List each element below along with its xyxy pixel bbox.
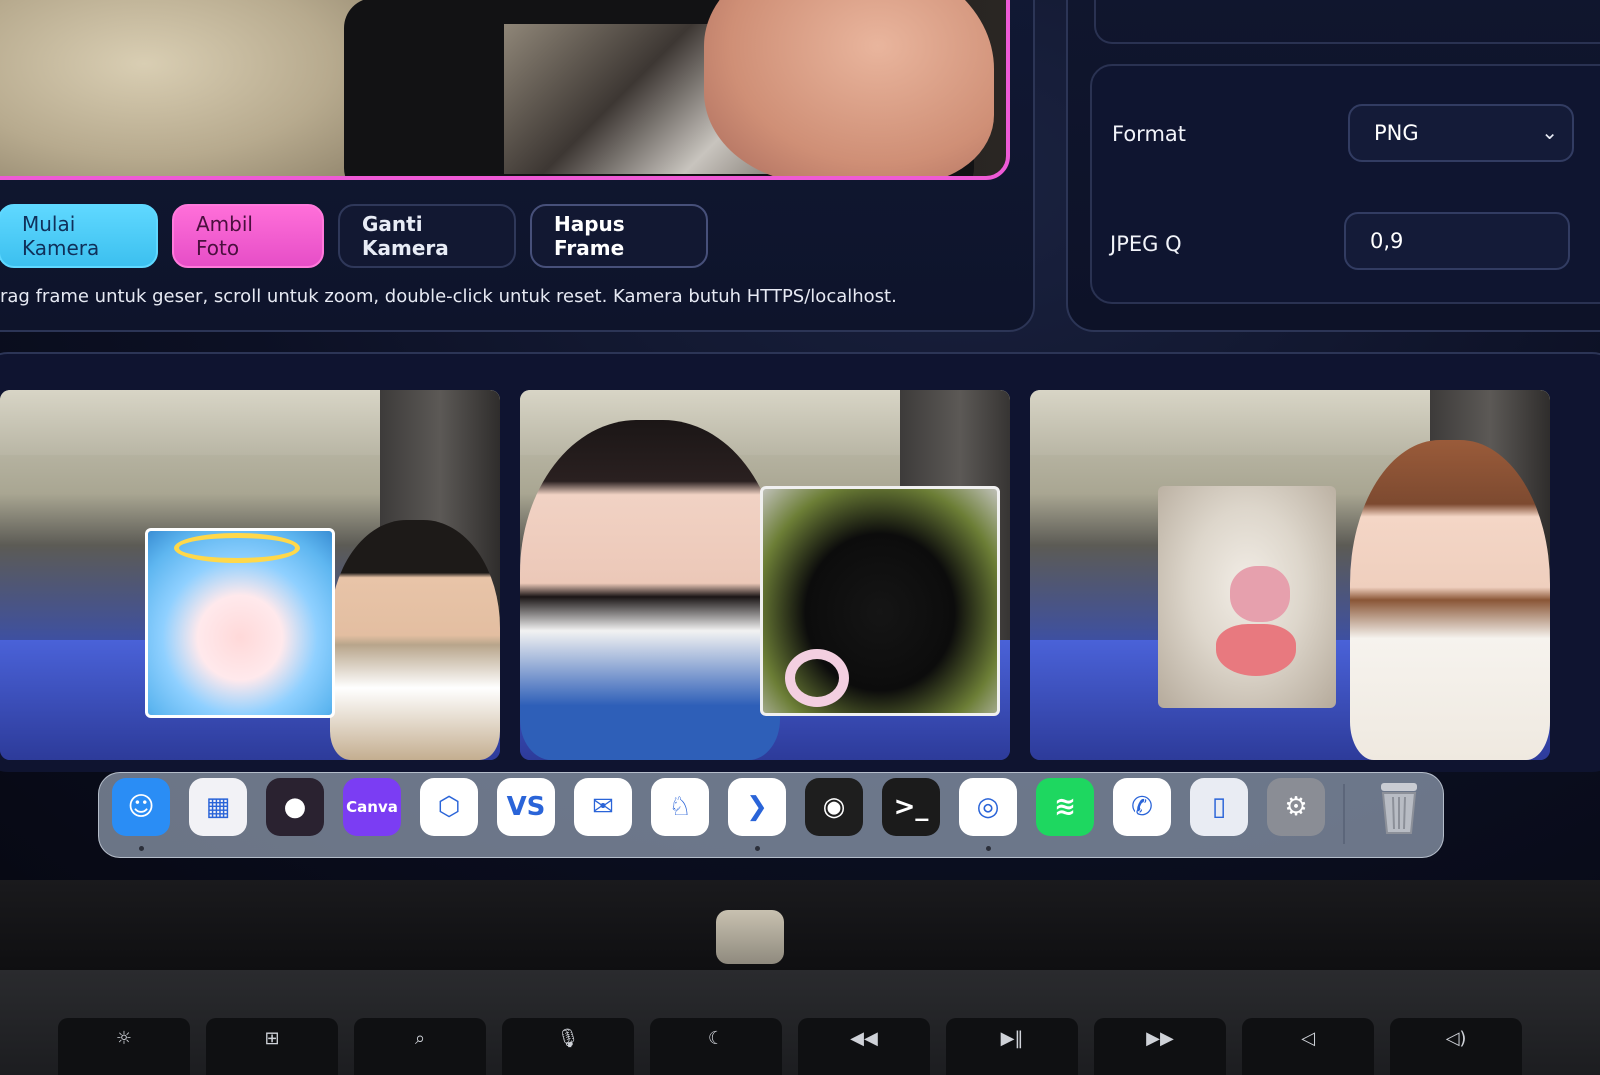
jpeg-quality-value: 0,9	[1370, 229, 1404, 253]
launchpad-glyph: ▦	[205, 792, 231, 822]
opacity-row	[1094, 0, 1600, 44]
iphone-mirroring-glyph: ▯	[1211, 792, 1227, 822]
photo-person-woman	[520, 420, 780, 760]
laptop-bezel	[0, 880, 1600, 970]
chrome-glyph: ◎	[976, 792, 1000, 822]
figma-glyph: ◉	[822, 792, 846, 822]
mail-search-icon[interactable]: ✉	[574, 778, 632, 836]
vs-letters-icon[interactable]: VS	[497, 778, 555, 836]
cat-tongue	[1216, 624, 1296, 676]
function-key[interactable]: ▶‖	[946, 1018, 1078, 1075]
camera-preview[interactable]	[0, 0, 1010, 180]
llama-icon[interactable]: ♘	[651, 778, 709, 836]
system-settings-glyph: ⚙	[1284, 792, 1308, 822]
screen: Mulai Kamera Ambil Foto Ganti Kamera Hap…	[0, 0, 1600, 880]
cube-app-glyph: ⬡	[437, 792, 461, 822]
running-indicator	[986, 846, 991, 851]
finder-glyph: ☺	[127, 792, 155, 822]
switch-camera-button[interactable]: Ganti Kamera	[338, 204, 516, 268]
cube-app-icon[interactable]: ⬡	[420, 778, 478, 836]
format-value: PNG	[1374, 121, 1419, 145]
function-key[interactable]: ◁	[1242, 1018, 1374, 1075]
function-key[interactable]: ⊞	[206, 1018, 338, 1075]
take-photo-button[interactable]: Ambil Foto	[172, 204, 324, 268]
function-key[interactable]: ◀◀	[798, 1018, 930, 1075]
terminal-icon[interactable]: >_	[882, 778, 940, 836]
gallery-photo-3[interactable]	[1030, 390, 1550, 760]
usage-hint: rag frame untuk geser, scroll untuk zoom…	[0, 286, 897, 307]
format-select[interactable]: PNG ⌄	[1348, 104, 1574, 162]
photo-person-woman	[1350, 440, 1550, 760]
dock-separator	[1343, 784, 1345, 844]
spotify-glyph: ≋	[1054, 792, 1076, 822]
function-key[interactable]: 🎙	[502, 1018, 634, 1075]
canva-glyph: Canva	[346, 798, 398, 816]
function-key[interactable]: ⌕	[354, 1018, 486, 1075]
gallery-photo-2[interactable]	[520, 390, 1010, 760]
black-cat-pacifier-sticker	[760, 486, 1000, 716]
terminal-glyph: >_	[893, 792, 929, 822]
spotify-icon[interactable]: ≋	[1036, 778, 1094, 836]
start-camera-button[interactable]: Mulai Kamera	[0, 204, 158, 268]
vscode-icon[interactable]: ❯	[728, 778, 786, 836]
jpeg-quality-input[interactable]: 0,9	[1344, 212, 1570, 270]
angel-sticker	[145, 528, 335, 718]
llama-glyph: ♘	[668, 792, 692, 822]
camera-hand	[704, 0, 994, 176]
gallery-photo-1[interactable]	[0, 390, 500, 760]
export-settings: Format PNG ⌄ JPEG Q 0,9	[1090, 64, 1600, 304]
function-key[interactable]: ▶▶	[1094, 1018, 1226, 1075]
jpeg-quality-label: JPEG Q	[1110, 232, 1182, 256]
function-key[interactable]: ◁)	[1390, 1018, 1522, 1075]
figma-icon[interactable]: ◉	[805, 778, 863, 836]
pacifier-icon	[785, 649, 849, 707]
cat-nose	[1230, 566, 1290, 622]
hamster-app-glyph: ●	[283, 792, 307, 822]
finder-icon[interactable]: ☺	[112, 778, 170, 836]
camera-controls: Mulai Kamera Ambil Foto Ganti Kamera Hap…	[0, 204, 708, 270]
running-indicator	[139, 846, 144, 851]
camera-person-shirt	[0, 0, 384, 176]
function-key[interactable]: ☾	[650, 1018, 782, 1075]
remove-frame-button[interactable]: Hapus Frame	[530, 204, 708, 268]
whatsapp-glyph: ✆	[1131, 792, 1153, 822]
mail-search-glyph: ✉	[592, 792, 614, 822]
function-key[interactable]: ☼	[58, 1018, 190, 1075]
vs-letters-glyph: VS	[506, 792, 546, 822]
whatsapp-icon[interactable]: ✆	[1113, 778, 1171, 836]
format-label: Format	[1112, 122, 1187, 146]
white-cat-tongue-sticker	[1158, 486, 1336, 708]
bezel-sticker	[716, 910, 784, 964]
canva-icon[interactable]: Canva	[343, 778, 401, 836]
iphone-mirroring-icon[interactable]: ▯	[1190, 778, 1248, 836]
photo-person-man	[330, 520, 500, 760]
vscode-glyph: ❯	[746, 792, 768, 822]
chrome-icon[interactable]: ◎	[959, 778, 1017, 836]
halo-icon	[174, 533, 300, 563]
trash-icon[interactable]	[1370, 778, 1428, 836]
settings-panel: Format PNG ⌄ JPEG Q 0,9	[1066, 0, 1600, 332]
hamster-app-icon[interactable]: ●	[266, 778, 324, 836]
launchpad-icon[interactable]: ▦	[189, 778, 247, 836]
chevron-down-icon: ⌄	[1541, 120, 1558, 144]
running-indicator	[755, 846, 760, 851]
system-settings-icon[interactable]: ⚙	[1267, 778, 1325, 836]
